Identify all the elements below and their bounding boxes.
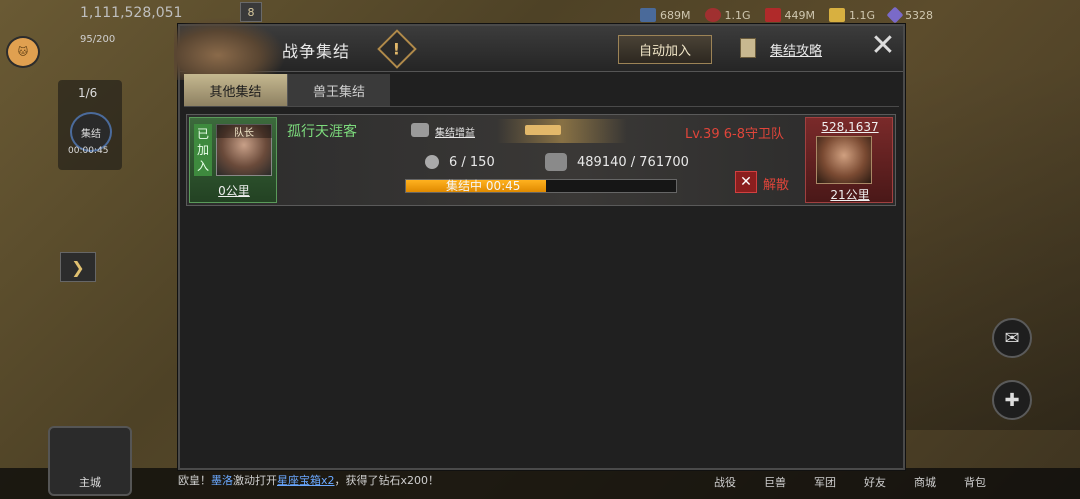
alliance-help-icon[interactable]: ✚ — [992, 380, 1032, 420]
close-icon[interactable]: ✕ — [868, 31, 898, 62]
nav-legion[interactable]: 军团 — [814, 474, 836, 490]
steel-icon — [640, 8, 656, 22]
oil-icon — [764, 8, 781, 22]
buff-ribbon — [497, 119, 627, 143]
target-info: Lv.39 6-8守卫队 — [685, 127, 784, 142]
nav-shop[interactable]: 商城 — [914, 474, 936, 490]
rally-progress-bar: 集结中 00:45 — [405, 179, 677, 193]
target-coordinates[interactable]: 528,1637 — [806, 120, 894, 134]
dialog-header: 战争集结 ! 自动加入 集结攻略 ✕ — [174, 18, 903, 80]
resource-bar: 689M 1.1G 449M 1.1G 5328 — [640, 4, 933, 26]
resource-value: 449M — [784, 8, 816, 22]
gold-icon — [829, 8, 846, 22]
leader-label: 队长 — [216, 124, 272, 139]
army-power-icon — [545, 153, 567, 171]
food-icon — [704, 8, 721, 22]
bottom-nav: 战役 巨兽 军团 好友 商城 背包 — [714, 474, 986, 490]
guide-book-icon[interactable] — [740, 38, 756, 58]
nav-bag[interactable]: 背包 — [964, 474, 986, 490]
rally-buff-icon — [411, 123, 429, 137]
disband-button[interactable]: 解散 — [763, 174, 789, 193]
mail-icon[interactable]: ✉ — [992, 318, 1032, 358]
chat-tail: ，获得了钻石x200！ — [334, 474, 440, 487]
dinosaur-icon — [174, 18, 284, 80]
resource-value: 1.1G — [724, 8, 751, 22]
dialog-title: 战争集结 — [282, 42, 351, 61]
troop-count: 6 / 150 — [449, 155, 495, 170]
player-avatar[interactable]: 🐱 — [6, 36, 40, 68]
rally-row[interactable]: 已加入 队长 0公里 孤行天涯客 集结增益 Lv.39 6-8守卫队 6 / 1… — [186, 114, 896, 206]
rally-tabs: 其他集结 兽王集结 — [184, 74, 390, 106]
stamina-value: 95/200 — [80, 34, 116, 45]
nav-campaign[interactable]: 战役 — [714, 474, 736, 490]
joined-badge: 已加入 — [194, 124, 212, 176]
chat-ticker[interactable]: 欧皇！墨洛激动打开星座宝箱x2，获得了钻石x200！ — [178, 472, 439, 488]
leader-distance[interactable]: 0公里 — [190, 182, 278, 199]
rifle-icon — [525, 125, 561, 135]
target-panel[interactable]: 528,1637 21公里 — [805, 117, 893, 203]
target-distance[interactable]: 21公里 — [806, 186, 894, 203]
leader-panel[interactable]: 已加入 队长 0公里 — [189, 117, 277, 203]
auto-join-button[interactable]: 自动加入 — [618, 35, 712, 64]
player-power: 1,111,528,051 — [80, 5, 183, 21]
army-power: 489140 / 761700 — [577, 155, 689, 170]
rally-side-timer: 00:00:45 — [68, 146, 109, 156]
resource-value: 5328 — [905, 8, 934, 22]
rally-buff-link[interactable]: 集结增益 — [435, 124, 475, 139]
diamond-icon — [886, 6, 904, 24]
chat-item: 星座宝箱x2 — [277, 474, 335, 487]
resource-value: 689M — [660, 8, 691, 22]
main-city-button[interactable]: 主城 — [48, 426, 132, 496]
chat-text: 激动打开 — [233, 474, 277, 487]
war-rally-dialog: 战争集结 ! 自动加入 集结攻略 ✕ 其他集结 兽王集结 已加入 队长 0公里 … — [174, 18, 905, 470]
leader-name: 孤行天涯客 — [287, 124, 357, 140]
troops-icon — [425, 155, 439, 169]
chat-player: 墨洛 — [211, 474, 233, 487]
nav-beast[interactable]: 巨兽 — [764, 474, 786, 490]
tab-beast-king-rallies[interactable]: 兽王集结 — [287, 74, 390, 106]
expand-arrow-icon[interactable]: ❯ — [60, 252, 96, 282]
tab-other-rallies[interactable]: 其他集结 — [184, 74, 287, 106]
target-avatar[interactable] — [816, 136, 872, 184]
resource-value: 1.1G — [849, 8, 876, 22]
disband-icon[interactable]: ✕ — [735, 171, 757, 193]
rally-count: 1/6 — [78, 86, 98, 100]
rally-status: 集结中 00:45 — [446, 179, 521, 193]
map-area — [904, 70, 1080, 430]
info-warning-icon[interactable]: ! — [377, 29, 417, 69]
nav-friends[interactable]: 好友 — [864, 474, 886, 490]
rally-guide-link[interactable]: 集结攻略 — [770, 40, 822, 59]
tabs-divider — [184, 106, 899, 107]
chat-prefix: 欧皇！ — [178, 474, 211, 487]
